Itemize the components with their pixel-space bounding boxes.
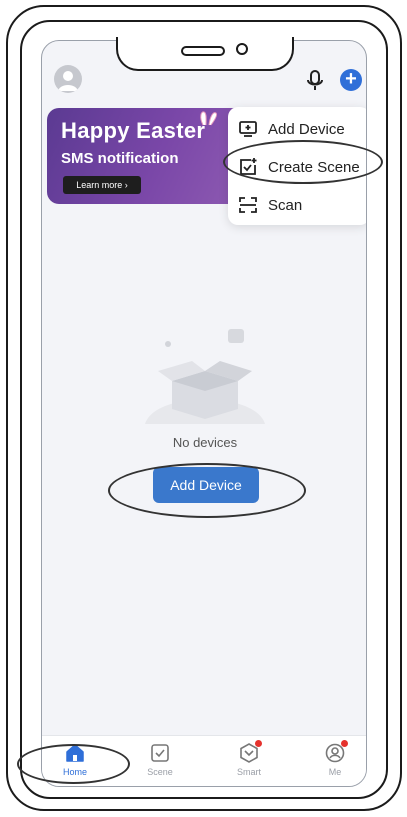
scene-plus-icon xyxy=(240,158,257,175)
avatar[interactable] xyxy=(54,65,82,93)
camera-icon xyxy=(236,43,248,55)
tab-label: Scene xyxy=(147,767,173,777)
banner-subtitle: SMS notification xyxy=(61,150,179,167)
tab-me[interactable]: Me xyxy=(305,740,365,786)
menu-item-label: Add Device xyxy=(268,120,345,138)
tab-scene[interactable]: Scene xyxy=(130,742,190,786)
device-plus-icon xyxy=(239,121,257,137)
app-screen: + Happy Easter SMS notification Learn mo… xyxy=(41,40,367,787)
speaker-icon xyxy=(181,46,225,56)
tab-label: Me xyxy=(328,767,342,777)
profile-icon xyxy=(324,740,348,764)
empty-box-illustration xyxy=(145,329,265,424)
banner-title: Happy Easter xyxy=(61,118,206,143)
checkbox-icon xyxy=(149,742,171,764)
tab-label: Home xyxy=(62,767,87,777)
microphone-icon[interactable] xyxy=(304,69,326,93)
learn-more-button[interactable]: Learn more › xyxy=(63,176,141,194)
add-device-button[interactable]: Add Device xyxy=(153,467,259,503)
plus-icon: + xyxy=(345,68,357,90)
smart-icon xyxy=(238,740,262,764)
user-icon xyxy=(58,71,78,91)
menu-item-label: Create Scene xyxy=(268,158,360,176)
promo-banner[interactable]: Happy Easter SMS notification Learn more… xyxy=(47,108,247,204)
bottom-tab-bar: Home Scene Smart Me xyxy=(42,735,366,786)
add-dropdown-menu: Add Device Create Scene Scan xyxy=(228,107,366,225)
menu-item-add-device[interactable]: Add Device xyxy=(228,111,366,147)
empty-state-text: No devices xyxy=(172,435,238,450)
menu-item-label: Scan xyxy=(268,196,303,214)
tab-home[interactable]: Home xyxy=(45,742,105,786)
menu-item-create-scene[interactable]: Create Scene xyxy=(228,149,366,185)
notification-badge xyxy=(255,740,262,747)
notification-badge xyxy=(341,740,348,747)
tab-smart[interactable]: Smart xyxy=(219,740,279,786)
scan-icon xyxy=(239,197,257,213)
add-menu-button[interactable]: + xyxy=(340,69,362,91)
menu-item-scan[interactable]: Scan xyxy=(228,187,366,223)
tab-label: Smart xyxy=(236,767,261,777)
home-icon xyxy=(64,742,86,764)
phone-notch xyxy=(116,37,294,71)
